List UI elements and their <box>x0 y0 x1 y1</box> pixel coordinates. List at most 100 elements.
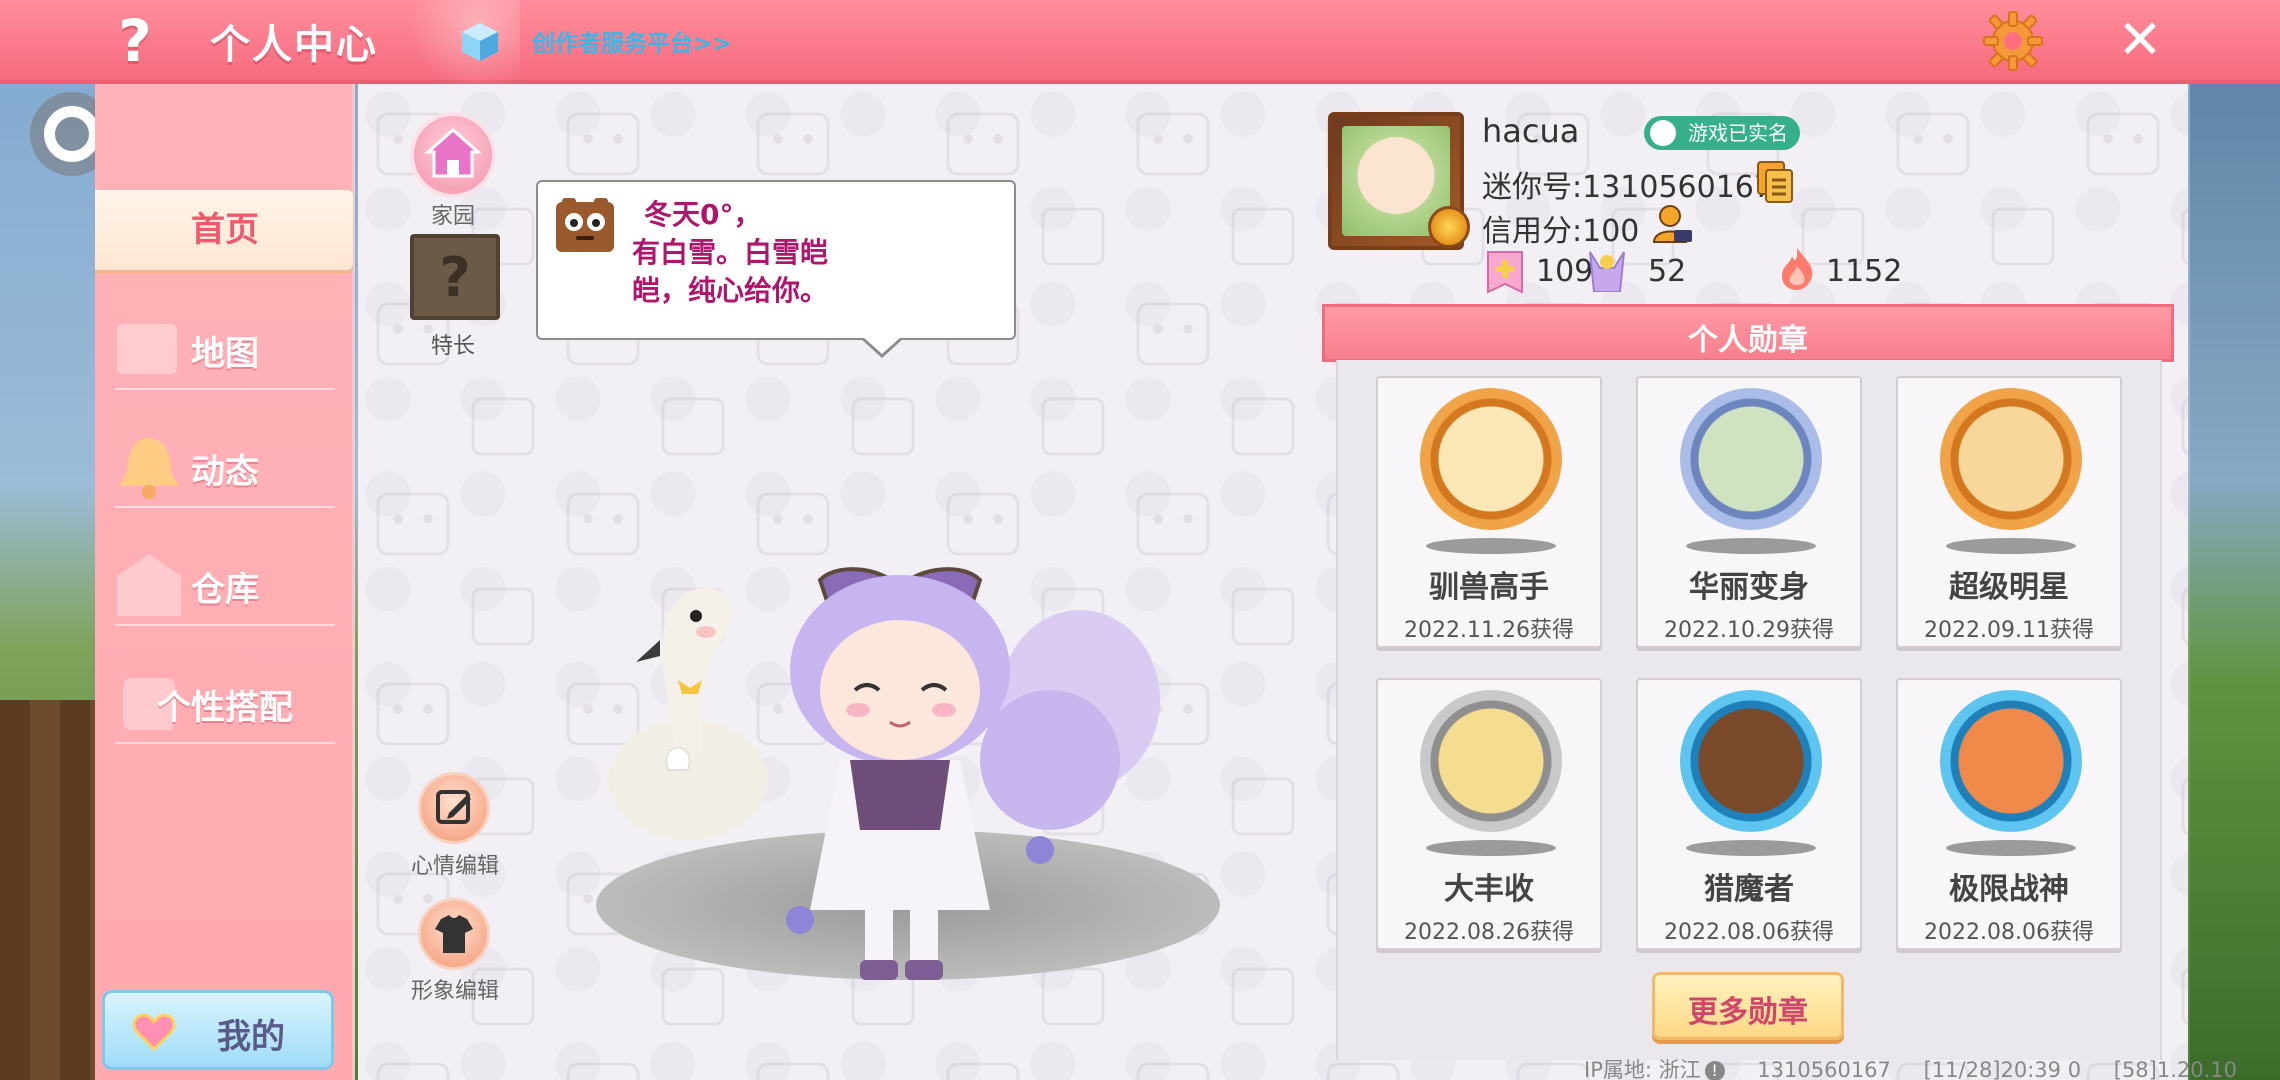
more-medals-label: 更多勋章 <box>1688 995 1808 1030</box>
footer-time: [11/28]20:39 0 <box>1923 1058 2082 1080</box>
stat-value: 109 <box>1536 254 1594 289</box>
medal-card[interactable]: 极限战神 2022.08.06获得 <box>1896 678 2122 950</box>
medal-shadow <box>1426 840 1556 856</box>
medal-name: 大丰收 <box>1444 872 1534 907</box>
mine-label: 我的 <box>217 1017 285 1057</box>
realname-verified-badge: 游戏已实名 <box>1644 116 1800 150</box>
stat-value: 52 <box>1648 254 1687 289</box>
mood-speech-bubble: 冬天0°， 有白雪。白雪皑 皑，纯心给你。 <box>536 180 1016 340</box>
medal-card[interactable]: 猎魔者 2022.08.06获得 <box>1636 678 1862 950</box>
home-button[interactable] <box>410 112 496 198</box>
level-badge-icon <box>1428 206 1470 248</box>
medal-date: 2022.11.26获得 <box>1404 618 1574 643</box>
medal-shadow <box>1426 538 1556 554</box>
profile-avatar[interactable] <box>1328 112 1470 250</box>
creator-platform-link[interactable]: 创作者服务平台>> <box>532 24 732 58</box>
medal-shadow <box>1946 840 2076 856</box>
sidebar-item-label: 个性搭配 <box>157 688 293 728</box>
medal-name: 超级明星 <box>1949 570 2069 605</box>
divider <box>115 506 335 508</box>
block-face-icon <box>556 198 614 252</box>
medal-card[interactable]: 驯兽高手 2022.11.26获得 <box>1376 376 1602 648</box>
sidebar-item-feed[interactable]: 动态 <box>95 408 355 526</box>
medal-name: 猎魔者 <box>1704 872 1794 907</box>
question-block-icon: ? <box>439 246 471 309</box>
talent-label: 特长 <box>430 334 475 359</box>
ip-location: IP属地: 浙江! <box>1584 1058 1725 1080</box>
edit-icon <box>436 790 471 824</box>
background-block-left <box>0 700 95 1080</box>
medals-header: 个人勋章 <box>1322 304 2174 362</box>
sidebar-item-outfit[interactable]: 个性搭配 <box>95 644 355 762</box>
boss-medal-icon <box>1940 690 2082 832</box>
sidebar-item-label: 动态 <box>191 452 259 492</box>
medal-card[interactable]: 超级明星 2022.09.11获得 <box>1896 376 2122 648</box>
copy-icon[interactable] <box>1756 160 1794 204</box>
player-avatar[interactable] <box>690 550 1160 1000</box>
home-label: 家园 <box>430 204 475 229</box>
medal-date: 2022.08.06获得 <box>1664 920 1834 945</box>
dino-medal-icon <box>1680 388 1822 530</box>
sidebar-item-label: 仓库 <box>191 570 259 610</box>
plus-flag-icon <box>1487 251 1523 294</box>
medal-card[interactable]: 华丽变身 2022.10.29获得 <box>1636 376 1862 648</box>
credit-person-icon[interactable] <box>1650 202 1694 246</box>
mine-button[interactable]: 我的 <box>102 990 334 1070</box>
realname-badge-label: 游戏已实名 <box>1688 121 1788 145</box>
sidebar-item-label: 首页 <box>191 210 259 250</box>
mini-id: 迷你号:1310560167 <box>1482 170 1773 205</box>
close-button[interactable]: ✕ <box>2112 12 2168 68</box>
mood-text-line: 皑，纯心给你。 <box>632 274 829 307</box>
look-edit-button[interactable] <box>418 898 490 970</box>
medal-shadow <box>1686 840 1816 856</box>
mood-text-line: 冬天0°， <box>644 198 762 231</box>
sidebar-item-map[interactable]: 地图 <box>95 290 355 408</box>
swords-medal-icon <box>1680 690 1822 832</box>
bear-star-medal-icon <box>1940 388 2082 530</box>
sidebar-item-home[interactable]: 首页 <box>95 172 355 290</box>
divider <box>115 742 335 744</box>
medal-date: 2022.10.29获得 <box>1664 618 1834 643</box>
medal-name: 驯兽高手 <box>1429 570 1549 605</box>
medal-date: 2022.08.06获得 <box>1924 920 2094 945</box>
sidebar: 首页 地图 动态 仓库 个性搭配 <box>95 84 355 1080</box>
footer-version: [58]1.20.10 <box>2113 1058 2238 1080</box>
medal-shadow <box>1946 538 2076 554</box>
credit-score: 信用分:100 <box>1482 214 1640 249</box>
medal-date: 2022.09.11获得 <box>1924 618 2094 643</box>
sidebar-item-warehouse[interactable]: 仓库 <box>95 526 355 644</box>
username: hacua <box>1482 112 1580 150</box>
harvest-medal-icon <box>1420 690 1562 832</box>
page-title: 个人中心 <box>210 22 378 68</box>
person-check-icon <box>1650 120 1676 146</box>
cube-icon[interactable] <box>458 20 502 64</box>
cheer-icon <box>1589 251 1625 292</box>
medal-shadow <box>1686 538 1816 554</box>
info-icon[interactable]: ! <box>1704 1061 1725 1080</box>
medal-name: 极限战神 <box>1949 872 2069 907</box>
mood-edit-button[interactable] <box>418 772 490 844</box>
talent-button[interactable]: ? <box>410 234 500 320</box>
flame-icon <box>1782 248 1813 290</box>
look-edit-label: 形象编辑 <box>410 979 499 1004</box>
more-medals-button[interactable]: 更多勋章 <box>1652 972 1844 1040</box>
footer-uid: 1310560167 <box>1757 1058 1891 1080</box>
ip-location-text: IP属地: 浙江 <box>1584 1058 1701 1080</box>
mood-text: 冬天0°， 有白雪。白雪皑 皑，纯心给你。 <box>632 196 1002 310</box>
help-button[interactable]: ? <box>108 8 162 74</box>
mood-text-line: 有白雪。白雪皑 <box>632 236 829 269</box>
medal-name: 华丽变身 <box>1689 570 1809 605</box>
sidebar-item-label: 地图 <box>191 334 259 374</box>
top-bar: ? 个人中心 创作者服务平台>> ✕ <box>0 0 2280 84</box>
stat-value: 1152 <box>1826 254 1903 289</box>
medal-card[interactable]: 大丰收 2022.08.26获得 <box>1376 678 1602 950</box>
house-icon <box>424 128 482 178</box>
medal-date: 2022.08.26获得 <box>1404 920 1574 945</box>
gear-icon[interactable] <box>1982 10 2044 72</box>
heart-icon <box>132 1013 176 1052</box>
background-scene-right <box>2190 80 2280 1080</box>
medals-header-label: 个人勋章 <box>1688 323 1808 358</box>
divider <box>115 388 335 390</box>
footer-info: IP属地: 浙江! 1310560167 [11/28]20:39 0 [58]… <box>1584 1054 2263 1080</box>
divider <box>115 624 335 626</box>
